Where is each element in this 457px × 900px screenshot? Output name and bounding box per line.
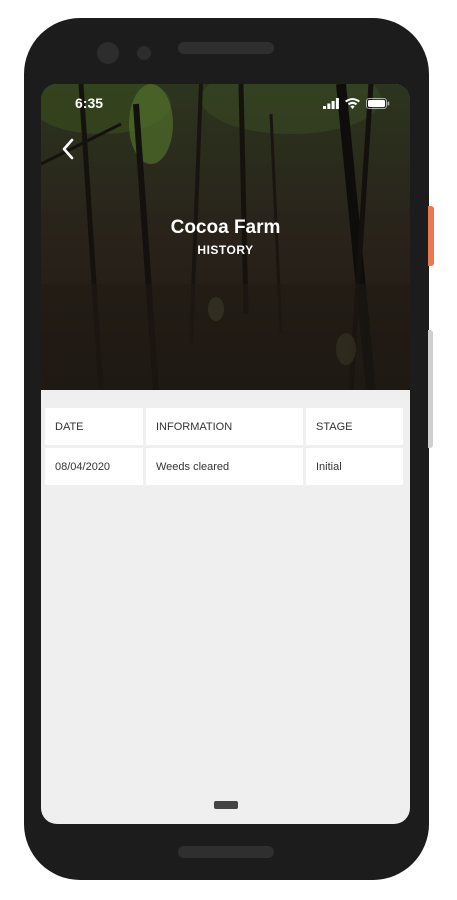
chevron-left-icon [62,138,74,160]
earpiece-speaker [178,42,274,54]
signal-icon [323,96,339,114]
column-header-stage: STAGE [306,408,403,445]
table-header-row: DATE INFORMATION STAGE [45,408,406,445]
front-camera [97,42,119,64]
bottom-speaker [178,846,274,858]
status-time: 6:35 [75,95,104,111]
page-subtitle: HISTORY [197,243,254,257]
column-header-information: INFORMATION [146,408,303,445]
wifi-icon [345,96,360,114]
cell-stage: Initial [306,448,403,485]
volume-button [428,330,433,448]
battery-icon [366,96,390,114]
status-icons [323,96,390,114]
app-screen: 6:35 Cocoa Farm HISTORY DATE INFORMATION… [41,84,410,824]
table-row[interactable]: 08/04/2020 Weeds cleared Initial [45,448,406,485]
history-table: DATE INFORMATION STAGE 08/04/2020 Weeds … [45,408,406,488]
home-indicator[interactable] [214,801,238,809]
proximity-sensor [137,46,151,60]
cell-information: Weeds cleared [146,448,303,485]
header-image: 6:35 Cocoa Farm HISTORY [41,84,410,390]
page-title: Cocoa Farm [170,217,281,238]
column-header-date: DATE [45,408,143,445]
back-button[interactable] [55,136,81,162]
power-button [428,206,434,266]
cell-date: 08/04/2020 [45,448,143,485]
